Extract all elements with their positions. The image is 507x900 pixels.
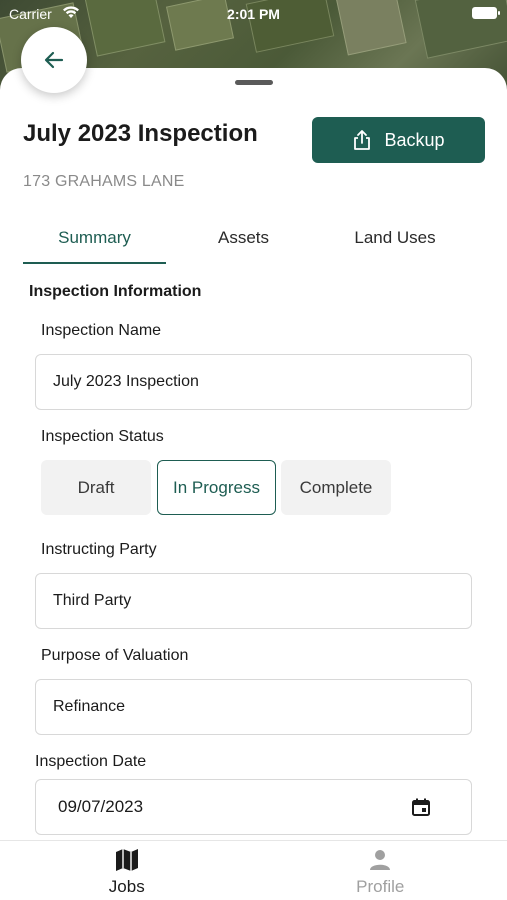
backup-button[interactable]: Backup (312, 117, 485, 163)
inspection-name-label: Inspection Name (41, 322, 162, 339)
nav-item-jobs[interactable]: Jobs (0, 841, 254, 900)
inspection-date-field[interactable]: 09/07/2023 (35, 779, 472, 835)
nav-item-profile[interactable]: Profile (254, 841, 507, 900)
share-icon (354, 130, 371, 150)
instructing-party-field[interactable]: Third Party (35, 573, 472, 629)
property-address: 173 GRAHAMS LANE (23, 173, 185, 190)
arrow-left-icon (44, 51, 64, 69)
tab-land-uses[interactable]: Land Uses (321, 218, 469, 264)
tab-summary[interactable]: Summary (23, 218, 166, 264)
nav-label-profile: Profile (356, 877, 405, 896)
status-bar: Carrier 2:01 PM (0, 0, 507, 28)
inspection-status-label: Inspection Status (41, 428, 164, 445)
status-option-in-progress[interactable]: In Progress (157, 460, 276, 515)
status-option-draft[interactable]: Draft (41, 460, 151, 515)
person-icon (370, 850, 391, 870)
clock: 2:01 PM (227, 6, 280, 22)
inspection-name-field[interactable]: July 2023 Inspection (35, 354, 472, 410)
sheet-grabber[interactable] (235, 80, 273, 85)
battery-icon (472, 7, 500, 19)
calendar-icon[interactable] (411, 797, 431, 817)
bottom-navigation: Jobs Profile (0, 840, 507, 900)
inspection-date-value: 09/07/2023 (58, 797, 144, 816)
page-title: July 2023 Inspection (23, 120, 258, 147)
instructing-party-label: Instructing Party (41, 541, 157, 558)
backup-button-label: Backup (384, 129, 445, 150)
map-icon (115, 849, 138, 871)
back-button[interactable] (21, 27, 87, 93)
status-option-complete[interactable]: Complete (281, 460, 391, 515)
tab-bar: Summary Assets Land Uses (23, 218, 469, 264)
purpose-of-valuation-label: Purpose of Valuation (41, 647, 189, 664)
purpose-of-valuation-field[interactable]: Refinance (35, 679, 472, 735)
tab-assets[interactable]: Assets (166, 218, 321, 264)
nav-label-jobs: Jobs (108, 877, 145, 896)
inspection-date-label: Inspection Date (35, 753, 147, 770)
section-title: Inspection Information (29, 283, 202, 300)
